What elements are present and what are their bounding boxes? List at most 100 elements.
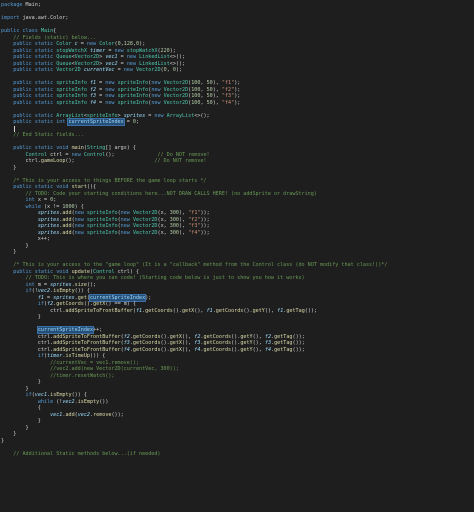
code-token: getCoords <box>132 333 161 340</box>
code-token: } <box>1 385 29 392</box>
code-token: getY <box>240 346 253 353</box>
code-token: ++; <box>93 327 103 333</box>
code-token: sprites <box>50 281 72 288</box>
code-token: public static <box>13 99 57 106</box>
code-token: (), <box>264 307 278 314</box>
code-token: getY <box>240 333 253 340</box>
code-token: getCoords <box>132 346 161 353</box>
code-token: new <box>105 86 118 93</box>
code-token: = <box>77 41 87 47</box>
code-token: LinkedList <box>139 60 170 67</box>
code-token: (), <box>252 333 265 340</box>
code-token: isEmpty <box>50 392 72 398</box>
code-token: public static <box>13 93 57 99</box>
code-token: ()) { <box>74 288 90 294</box>
code-token: addSpriteToFrontBuffer <box>53 340 121 346</box>
code-token: getX <box>169 340 182 346</box>
code-token: // Do NOT remove! <box>157 151 210 158</box>
code-token: = <box>96 80 106 86</box>
code-token: gameLoop <box>40 158 66 164</box>
code-token: Vector2D <box>74 60 100 67</box>
code-token: ), <box>212 93 222 99</box>
code-token: x++; <box>1 236 51 242</box>
code-token: LinkedList <box>139 54 170 60</box>
code-token: String <box>86 145 106 151</box>
highlighted-token: currentSpriteIndex <box>36 326 95 334</box>
code-token: add <box>62 223 72 229</box>
code-token: getTag <box>286 307 305 314</box>
code-token: import <box>1 15 23 21</box>
code-token: <>(); <box>169 60 186 67</box>
code-token: currentVec <box>83 67 115 73</box>
code-token: { <box>53 28 57 34</box>
code-token: ), <box>178 210 189 216</box>
code-token: new <box>151 80 164 86</box>
code-token: ()) { <box>71 392 87 398</box>
code-token: = <box>114 67 124 73</box>
code-token: // Fields (static) below... <box>13 34 97 41</box>
code-token: vec2 <box>37 288 51 294</box>
code-token: Vector2D <box>56 67 84 73</box>
code-line[interactable]: // Additional Static methods below...(if… <box>0 451 474 458</box>
code-token: Queue <box>56 54 72 60</box>
code-token: = <box>145 112 155 119</box>
code-token: new <box>114 47 127 54</box>
code-editor[interactable]: package Main; import java.awt.Color; publi… <box>0 0 474 512</box>
code-token: add <box>65 411 75 418</box>
code-token: update <box>71 268 90 275</box>
code-token: Vector2D <box>132 223 158 229</box>
code-token: public static <box>13 47 57 54</box>
code-token: (){ <box>86 184 97 190</box>
code-token: new <box>126 54 140 60</box>
code-token: ); <box>234 80 241 86</box>
code-token: Vector2D <box>132 229 158 236</box>
code-token: } <box>1 164 17 171</box>
code-token: spriteInfo <box>86 216 118 223</box>
code-token: (), <box>252 340 265 346</box>
code-token: java.awt.Color; <box>22 15 69 21</box>
code-token: "f2" <box>188 216 201 223</box>
code-token: addSpriteToFrontBuffer <box>53 346 121 353</box>
code-token: getCoords <box>145 307 173 314</box>
code-token: isEmpty <box>53 288 75 294</box>
code-token: public static <box>13 60 57 67</box>
code-token: getX <box>181 307 195 314</box>
code-token: } <box>1 424 29 431</box>
code-token: = <box>96 93 106 99</box>
code-token: public static <box>13 54 57 60</box>
code-token: new <box>154 112 167 119</box>
code-token: Vector2D <box>163 93 189 99</box>
code-token: //timer.resetWatch(); <box>50 372 115 379</box>
code-token: new <box>120 223 133 229</box>
code-token: Vector2D <box>132 216 158 223</box>
code-token: sprites <box>37 223 60 229</box>
code-token: 300 <box>169 223 179 229</box>
code-token: getX <box>169 333 182 340</box>
code-token: main <box>71 145 84 151</box>
code-token: = <box>96 86 106 93</box>
code-token: } <box>1 437 5 444</box>
code-token: new <box>120 216 133 223</box>
code-token: getCoords <box>203 346 232 353</box>
code-token: public static <box>13 67 57 73</box>
code-token: ); <box>234 93 241 99</box>
code-token: public static <box>13 80 57 86</box>
code-token: Control <box>25 151 51 158</box>
code-token: ) { <box>74 203 84 210</box>
code-token: int <box>25 281 38 288</box>
code-token: ()); <box>292 333 305 340</box>
code-token: (); <box>105 151 158 158</box>
